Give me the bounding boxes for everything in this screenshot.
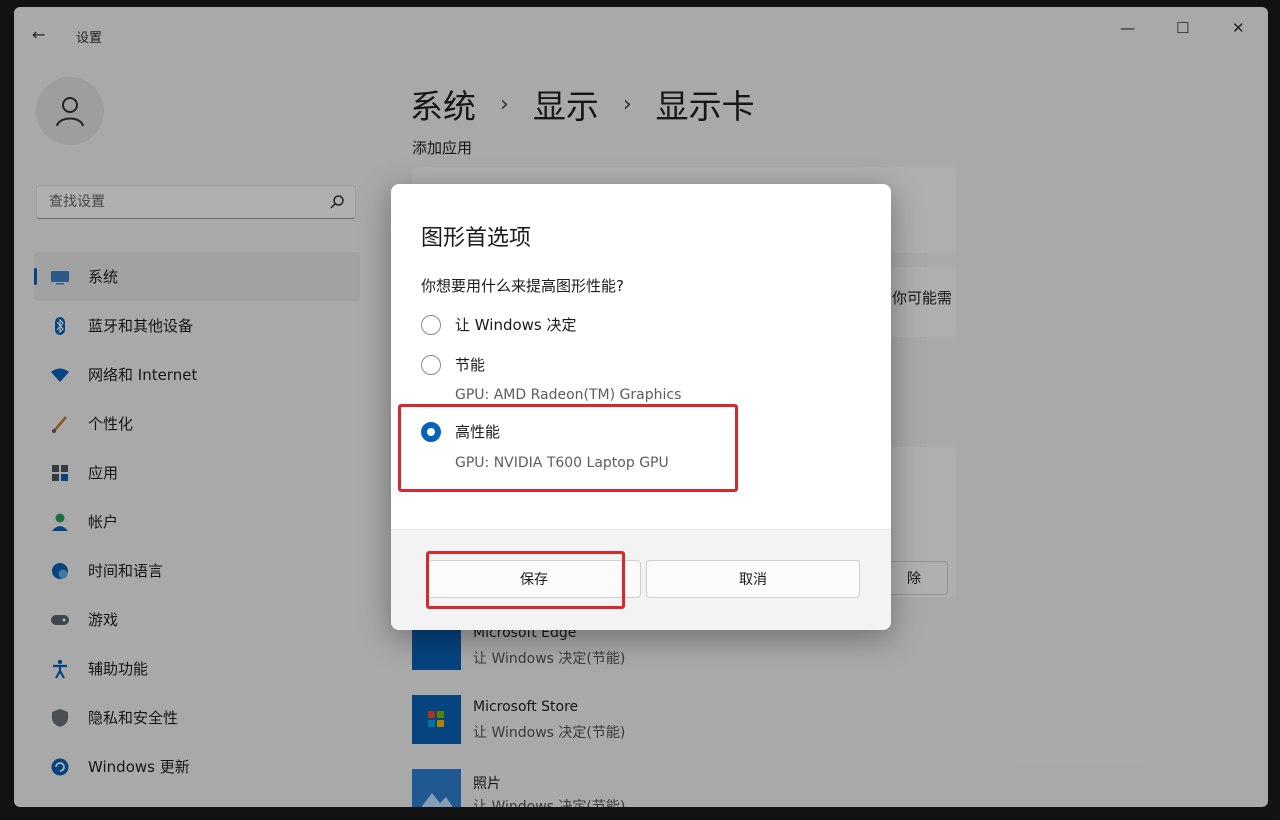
option-power-saving[interactable]: 节能 [421, 354, 485, 375]
option-label: 节能 [455, 356, 486, 374]
graphics-preference-dialog: 图形首选项 你想要用什么来提高图形性能? 让 Windows 决定 节能 GPU… [391, 184, 891, 630]
dialog-question: 你想要用什么来提高图形性能? [421, 277, 624, 295]
option-label: 让 Windows 决定 [455, 316, 577, 334]
option-gpu-name: GPU: AMD Radeon(TM) Graphics [455, 387, 682, 403]
radio-button[interactable] [421, 354, 441, 375]
dialog-title: 图形首选项 [421, 226, 532, 251]
radio-button[interactable] [421, 314, 441, 335]
cancel-button[interactable]: 取消 [646, 560, 860, 598]
high-performance-highlight [398, 404, 738, 492]
save-button-highlight [426, 551, 625, 609]
option-let-windows-decide[interactable]: 让 Windows 决定 [421, 314, 577, 335]
